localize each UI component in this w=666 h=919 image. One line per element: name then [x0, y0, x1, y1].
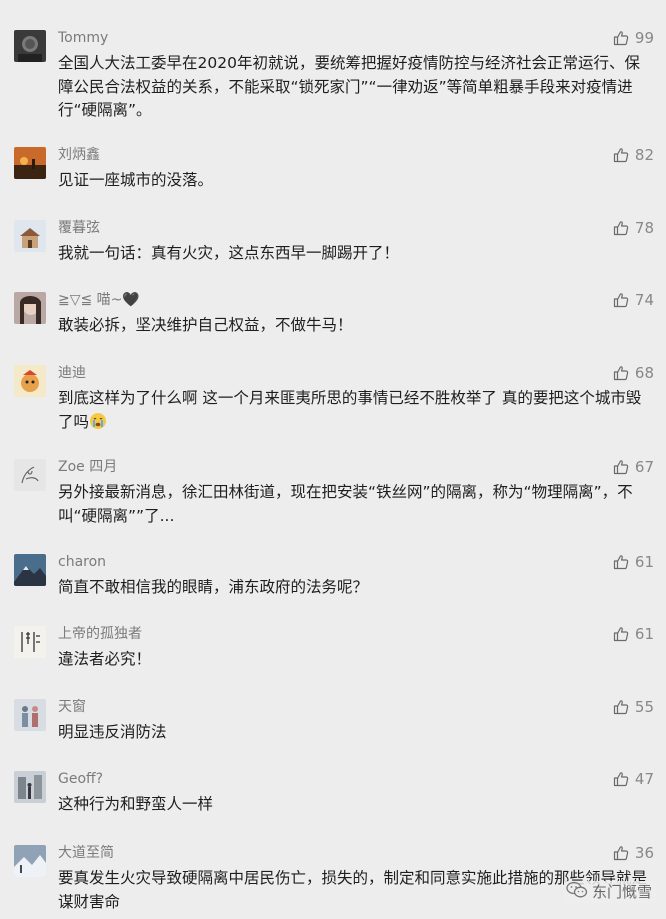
thumbs-up-icon: [613, 292, 629, 308]
commenter-name[interactable]: 大道至简: [58, 844, 114, 862]
avatar[interactable]: [14, 845, 46, 877]
comment-text: 我就一句话：真有火灾，这点东西早一脚踢开了！: [58, 244, 400, 262]
avatar[interactable]: [14, 771, 46, 803]
like-count: 61: [634, 553, 654, 571]
sunset-icon: [14, 147, 46, 179]
like-count: 99: [634, 29, 654, 47]
calligraphy-icon: [14, 626, 46, 658]
commenter-name[interactable]: Zoe 四月: [58, 458, 117, 476]
like-count: 36: [634, 844, 654, 862]
snow-icon: [14, 845, 46, 877]
comment-text: 见证一座城市的没落。: [58, 171, 214, 189]
like-button[interactable]: 47: [613, 768, 654, 790]
avatar[interactable]: [14, 626, 46, 658]
thumbs-up-icon: [613, 699, 629, 715]
avatar[interactable]: [14, 147, 46, 179]
like-button[interactable]: 55: [613, 696, 654, 718]
commenter-name[interactable]: 天窗: [58, 698, 86, 716]
thumbs-up-icon: [613, 220, 629, 236]
thumbs-up-icon: [613, 626, 629, 642]
comment-text: 明显违反消防法: [58, 723, 167, 741]
comment-text: 到底这样为了什么啊 这一个月来匪夷所思的事情已经不胜枚举了 真的要把这个城市毁了…: [58, 387, 654, 434]
girl-icon: [14, 292, 46, 324]
avatar[interactable]: [14, 459, 46, 491]
mountain-icon: [14, 554, 46, 586]
avatar[interactable]: [14, 699, 46, 731]
commenter-name[interactable]: Tommy: [58, 29, 108, 47]
thumbs-up-icon: [613, 30, 629, 46]
like-button[interactable]: 36: [613, 842, 654, 864]
avatar[interactable]: [14, 365, 46, 397]
comment-text: 这种行为和野蛮人一样: [58, 795, 214, 813]
like-count: 74: [634, 291, 654, 309]
like-button[interactable]: 74: [613, 289, 654, 311]
avatar[interactable]: [14, 554, 46, 586]
thumbs-up-icon: [613, 365, 629, 381]
commenter-name[interactable]: Geoff?: [58, 770, 103, 788]
comment-text-content: 到底这样为了什么啊 这一个月来匪夷所思的事情已经不胜枚举了 真的要把这个城市毁了…: [58, 389, 642, 431]
like-button[interactable]: 99: [613, 27, 654, 49]
street-icon: [14, 771, 46, 803]
sketch-icon: [14, 459, 46, 491]
like-count: 78: [634, 219, 654, 237]
thumbs-up-icon: [613, 459, 629, 475]
commenter-name[interactable]: 上帝的孤独者: [58, 625, 142, 643]
like-button[interactable]: 68: [613, 362, 654, 384]
comment-text: 敢装必拆，坚决维护自己权益，不做牛马！: [58, 316, 353, 334]
cartoon-icon: [14, 365, 46, 397]
thumbs-up-icon: [613, 147, 629, 163]
like-count: 82: [634, 146, 654, 164]
watermark-text: 东门慨雪: [591, 883, 652, 901]
comment-text: 違法者必究！: [58, 650, 152, 668]
face-dark-icon: [14, 30, 46, 62]
commenter-name[interactable]: 迪迪: [58, 364, 86, 382]
avatar[interactable]: [14, 30, 46, 62]
like-button[interactable]: 82: [613, 144, 654, 166]
like-button[interactable]: 67: [613, 456, 654, 478]
thumbs-up-icon: [613, 771, 629, 787]
watermark: 东门慨雪: [563, 881, 656, 903]
comment-text: 简直不敢相信我的眼睛，浦东政府的法务呢？: [58, 578, 369, 596]
like-count: 67: [634, 458, 654, 476]
avatar[interactable]: [14, 220, 46, 252]
avatar[interactable]: [14, 292, 46, 324]
like-button[interactable]: 61: [613, 623, 654, 645]
thumbs-up-icon: [613, 845, 629, 861]
like-count: 68: [634, 364, 654, 382]
like-button[interactable]: 78: [613, 217, 654, 239]
comment-text: 全国人大法工委早在2020年初就说，要统筹把握好疫情防控与经济社会正常运行、保障…: [58, 54, 640, 119]
like-count: 61: [634, 625, 654, 643]
thumbs-up-icon: [613, 554, 629, 570]
commenter-name[interactable]: 覆暮弦: [58, 219, 100, 237]
like-button[interactable]: 61: [613, 551, 654, 573]
crying-face-icon: [89, 412, 107, 430]
commenter-name[interactable]: 刘炳鑫: [58, 146, 100, 164]
house-icon: [14, 220, 46, 252]
wechat-icon: [566, 881, 588, 903]
commenter-name[interactable]: charon: [58, 553, 106, 571]
commenter-name[interactable]: ≧▽≦ 喵~🖤: [58, 291, 140, 309]
like-count: 47: [634, 770, 654, 788]
comment-text: 另外接最新消息，徐汇田林街道，现在把安装“铁丝网”的隔离，称为“物理隔离”，不叫…: [58, 483, 633, 525]
people-icon: [14, 699, 46, 731]
like-count: 55: [634, 698, 654, 716]
